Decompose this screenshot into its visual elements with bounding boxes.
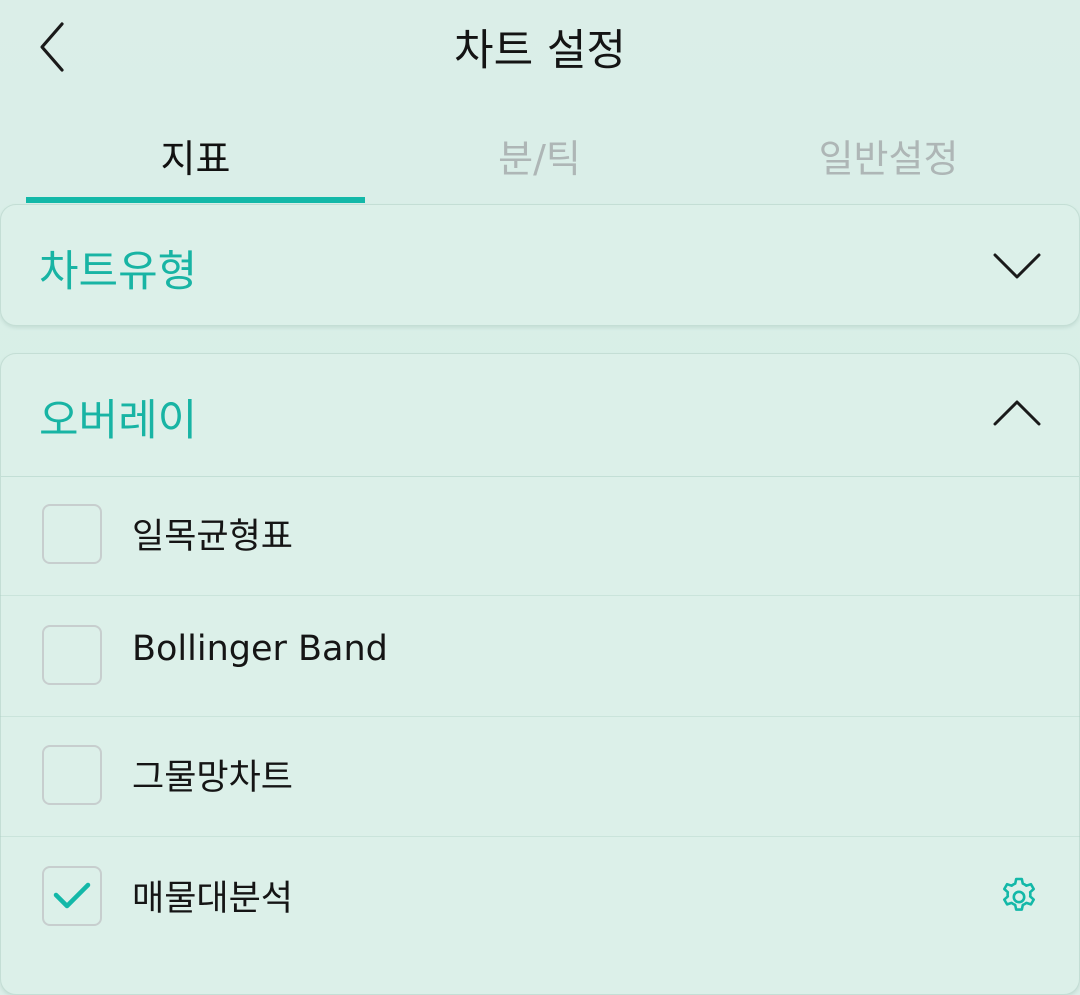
- overlay-item-bollinger[interactable]: Bollinger Band: [0, 597, 1080, 717]
- ichimoku-label: 일목균형표: [132, 517, 294, 557]
- overlay-header[interactable]: 오버레이: [1, 354, 1079, 477]
- overlay-item-ichimoku[interactable]: 일목균형표: [0, 476, 1080, 596]
- tab-minute-tick[interactable]: 분/틱: [365, 128, 714, 183]
- chevron-down-icon: [993, 253, 1041, 279]
- ichimoku-checkbox[interactable]: [42, 504, 102, 564]
- overlay-item-volume-profile[interactable]: 매물대분석: [0, 838, 1080, 958]
- overlay-item-net-chart[interactable]: 그물망차트: [0, 717, 1080, 837]
- chevron-up-icon: [993, 400, 1041, 426]
- page-title: 차트 설정: [454, 26, 626, 76]
- volume-profile-label: 매물대분석: [132, 879, 294, 919]
- row-divider: [0, 836, 1080, 837]
- chart-type-section: 차트유형: [0, 204, 1080, 326]
- top-bar: 차트 설정: [0, 0, 1080, 92]
- row-divider: [0, 595, 1080, 596]
- bollinger-checkbox[interactable]: [42, 625, 102, 685]
- bollinger-label: Bollinger Band: [132, 629, 388, 669]
- tab-indicators[interactable]: 지표: [26, 128, 365, 183]
- tab-general-settings[interactable]: 일반설정: [714, 128, 1063, 183]
- net-chart-label: 그물망차트: [132, 758, 294, 798]
- gear-icon[interactable]: [998, 876, 1040, 918]
- overlay-title: 오버레이: [39, 396, 198, 446]
- volume-profile-checkbox[interactable]: [42, 866, 102, 926]
- active-tab-indicator: [26, 197, 365, 203]
- checkmark-icon: [53, 882, 91, 909]
- net-chart-checkbox[interactable]: [42, 745, 102, 805]
- chart-type-title: 차트유형: [39, 247, 198, 297]
- tab-bar: 지표 분/틱 일반설정: [0, 100, 1080, 204]
- chart-type-header[interactable]: 차트유형: [1, 205, 1079, 325]
